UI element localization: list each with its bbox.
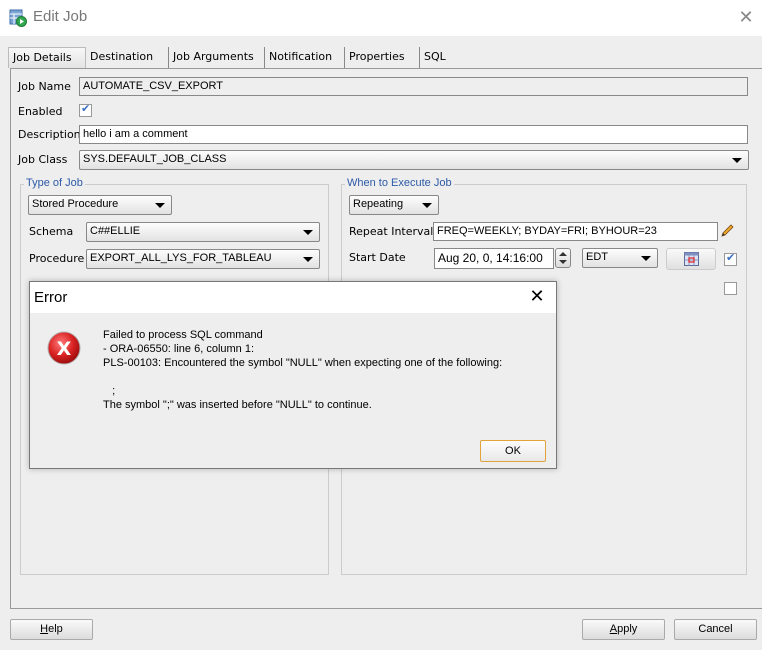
- tab-job-arguments[interactable]: Job Arguments: [168, 47, 258, 68]
- job-class-value: SYS.DEFAULT_JOB_CLASS: [83, 153, 227, 165]
- help-mnemonic: H: [40, 623, 49, 635]
- start-date-field[interactable]: Aug 20, 0, 14:16:00: [434, 248, 554, 269]
- svg-text:X: X: [57, 338, 72, 360]
- job-class-select[interactable]: SYS.DEFAULT_JOB_CLASS: [79, 150, 749, 170]
- tab-properties[interactable]: Properties: [344, 47, 409, 68]
- enabled-label: Enabled: [18, 105, 63, 118]
- error-line: PLS-00103: Encountered the symbol "NULL"…: [103, 357, 503, 369]
- help-button[interactable]: Help: [10, 619, 93, 640]
- error-message: Failed to process SQL command - ORA-06550…: [103, 328, 502, 412]
- error-icon: X: [47, 331, 81, 365]
- job-scheduler-icon: [9, 9, 27, 27]
- calendar-icon: [684, 252, 699, 266]
- schema-select[interactable]: C##ELLIE: [86, 222, 320, 242]
- job-type-select[interactable]: Stored Procedure: [28, 195, 172, 215]
- repeat-interval-field[interactable]: FREQ=WEEKLY; BYDAY=FRI; BYHOUR=23: [433, 222, 718, 241]
- checkmark-icon: ✔: [726, 251, 736, 264]
- spinner-down-icon: [559, 260, 567, 264]
- apply-mnemonic: A: [609, 623, 618, 635]
- ok-button[interactable]: OK: [480, 440, 546, 462]
- error-line: - ORA-06550: line 6, column 1:: [103, 343, 255, 355]
- checkmark-icon: ✔: [81, 102, 91, 115]
- cancel-button[interactable]: Cancel: [674, 619, 757, 640]
- repeat-interval-label: Repeat Interval: [349, 225, 434, 238]
- job-name-field[interactable]: AUTOMATE_CSV_EXPORT: [79, 77, 748, 96]
- chevron-down-icon: [303, 257, 313, 262]
- spinner-up-icon: [559, 252, 567, 256]
- error-line: The symbol ";" was inserted before "NULL…: [103, 399, 372, 411]
- chevron-down-icon: [732, 158, 742, 163]
- chevron-down-icon: [641, 256, 651, 261]
- job-class-label: Job Class: [18, 153, 68, 166]
- when-to-execute-title: When to Execute Job: [345, 177, 454, 189]
- error-dialog: Error ✕ X Failed to process SQL command -…: [29, 281, 557, 469]
- pencil-icon[interactable]: [719, 223, 735, 239]
- description-field[interactable]: hello i am a comment: [79, 125, 748, 144]
- procedure-select[interactable]: EXPORT_ALL_LYS_FOR_TABLEAU: [86, 249, 320, 269]
- schedule-mode-select[interactable]: Repeating: [349, 195, 439, 215]
- error-line: [103, 370, 502, 384]
- schedule-mode-value: Repeating: [353, 198, 404, 210]
- error-dialog-title: Error: [34, 289, 68, 306]
- chevron-down-icon: [155, 203, 165, 208]
- error-line: ;: [103, 385, 116, 397]
- error-dialog-title-bar: Error ✕: [30, 282, 556, 313]
- chevron-down-icon: [303, 230, 313, 235]
- type-of-job-title: Type of Job: [24, 177, 85, 189]
- tab-job-details[interactable]: Job Details: [8, 47, 86, 68]
- description-label: Description: [18, 128, 81, 141]
- title-bar: Edit Job ✕: [0, 0, 762, 36]
- schema-value: C##ELLIE: [90, 225, 141, 237]
- timezone-select[interactable]: EDT: [582, 248, 658, 268]
- apply-button[interactable]: Apply: [582, 619, 665, 640]
- calendar-button[interactable]: [666, 248, 716, 270]
- timezone-value: EDT: [586, 251, 608, 263]
- schema-label: Schema: [29, 225, 74, 238]
- tab-destination[interactable]: Destination: [86, 47, 157, 68]
- close-icon[interactable]: ✕: [736, 8, 756, 28]
- help-label-rest: elp: [48, 623, 63, 635]
- job-type-value: Stored Procedure: [32, 198, 119, 210]
- start-date-spinner[interactable]: [555, 248, 571, 268]
- job-name-label: Job Name: [18, 80, 71, 93]
- start-date-label: Start Date: [349, 251, 406, 264]
- error-line: Failed to process SQL command: [103, 329, 263, 341]
- end-date-checkbox[interactable]: [724, 282, 737, 295]
- procedure-label: Procedure: [29, 252, 85, 265]
- tab-sql[interactable]: SQL: [419, 47, 450, 68]
- tab-notification[interactable]: Notification: [264, 47, 336, 68]
- window-title: Edit Job: [33, 8, 88, 25]
- chevron-down-icon: [422, 203, 432, 208]
- enabled-checkbox[interactable]: ✔: [79, 102, 92, 117]
- procedure-value: EXPORT_ALL_LYS_FOR_TABLEAU: [90, 252, 272, 264]
- start-date-checkbox[interactable]: ✔: [724, 251, 737, 266]
- close-icon[interactable]: ✕: [526, 286, 548, 308]
- apply-label-rest: pply: [617, 623, 638, 635]
